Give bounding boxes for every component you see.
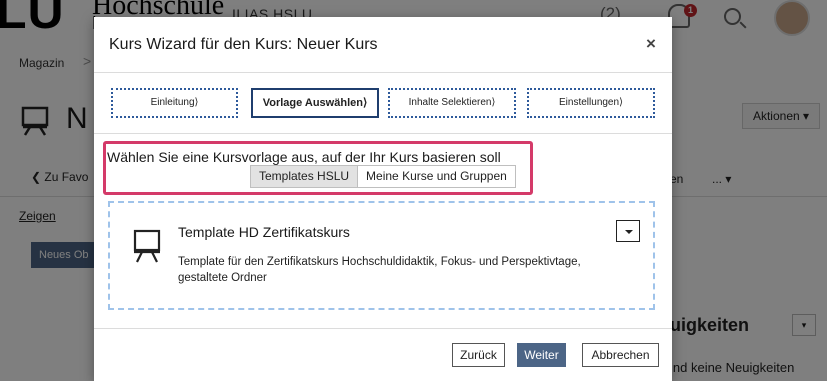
modal-title: Kurs Wizard für den Kurs: Neuer Kurs [109, 36, 378, 53]
wizard-steps: Einleitung⟩ Vorlage Auswählen⟩ Inhalte S… [111, 88, 656, 118]
steps-divider [94, 133, 672, 134]
template-card[interactable]: Template HD Zertifikatskurs Template für… [108, 201, 655, 310]
step-einleitung[interactable]: Einleitung⟩ [111, 88, 238, 118]
template-description: Template für den Zertifikatskurs Hochsch… [178, 256, 581, 284]
header-divider [94, 72, 672, 73]
tab-templates-hslu[interactable]: Templates HSLU [250, 165, 358, 188]
template-title[interactable]: Template HD Zertifikatskurs [178, 224, 350, 240]
close-icon[interactable]: × [646, 34, 656, 54]
step-inhalte-selektieren[interactable]: Inhalte Selektieren⟩ [388, 88, 516, 118]
step-einstellungen[interactable]: Einstellungen⟩ [527, 88, 655, 118]
template-prompt: Wählen Sie eine Kursvorlage aus, auf der… [107, 149, 501, 165]
course-board-icon [133, 229, 161, 263]
template-source-tabs: Templates HSLU Meine Kurse und Gruppen [250, 165, 516, 188]
step-vorlage-auswaehlen[interactable]: Vorlage Auswählen⟩ [251, 88, 379, 118]
course-wizard-modal: Kurs Wizard für den Kurs: Neuer Kurs × E… [94, 17, 672, 381]
next-button[interactable]: Weiter [517, 343, 566, 367]
footer-divider [94, 328, 672, 329]
tab-meine-kurse-und-gruppen[interactable]: Meine Kurse und Gruppen [357, 165, 516, 188]
cancel-button[interactable]: Abbrechen [582, 343, 659, 367]
chevron-down-icon[interactable] [616, 220, 640, 242]
back-button[interactable]: Zurück [452, 343, 505, 367]
